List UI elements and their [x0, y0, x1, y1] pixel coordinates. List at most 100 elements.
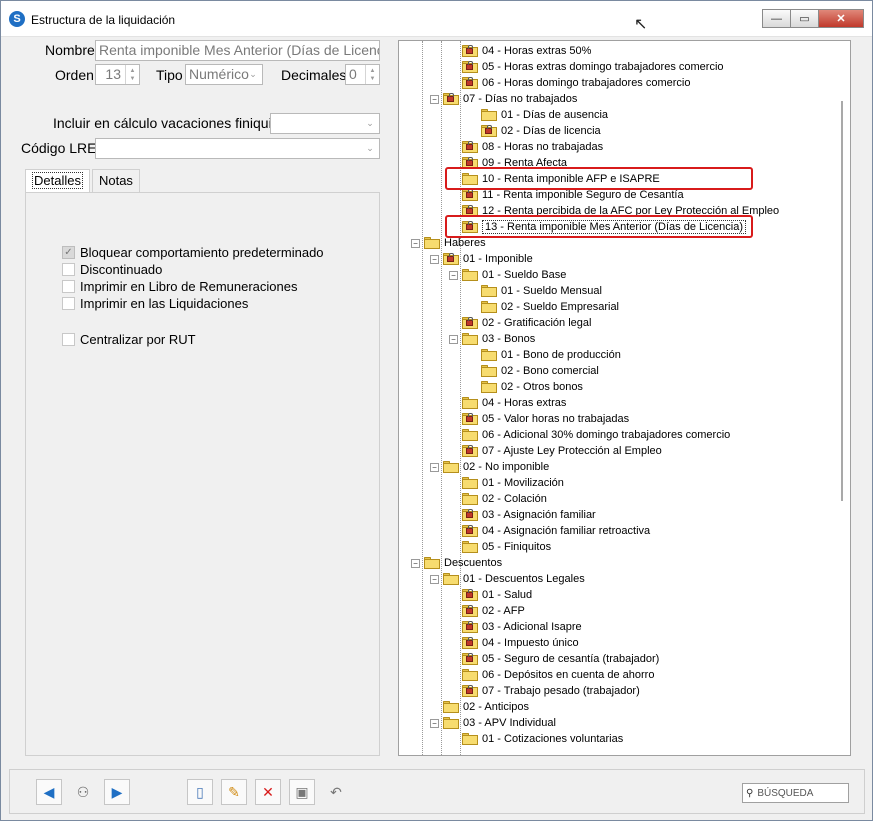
tree-node-03-apv-individual[interactable]: − 03 - APV Individual: [430, 715, 556, 731]
vacaciones-select[interactable]: ⌄: [270, 113, 380, 134]
tree-node-04-horas-extras-50[interactable]: 04 - Horas extras 50%: [462, 43, 591, 59]
collapse-toggle-icon[interactable]: −: [430, 94, 439, 104]
scrollbar-thumb[interactable]: [841, 101, 843, 501]
lock-icon: [466, 445, 473, 454]
search-input[interactable]: ⚲ BÚSQUEDA: [742, 783, 849, 803]
collapse-toggle-icon[interactable]: −: [411, 238, 420, 248]
lock-icon: [466, 77, 473, 86]
vertical-scrollbar[interactable]: [834, 41, 850, 755]
tree-node-label: 01 - Imponible: [463, 253, 533, 265]
undo-button[interactable]: ↶: [323, 779, 349, 805]
nombre-field[interactable]: Renta imponible Mes Anterior (Días de Li…: [95, 40, 380, 61]
find-button[interactable]: ⚇: [70, 779, 96, 805]
tree-node-01-cotizaciones-voluntarias[interactable]: 01 - Cotizaciones voluntarias: [462, 731, 623, 747]
tree-node-05-seguro-de-cesantia-trabajador[interactable]: 05 - Seguro de cesantía (trabajador): [462, 651, 659, 667]
tree-node-07-ajuste-ley-proteccion-al-empleo[interactable]: 07 - Ajuste Ley Protección al Empleo: [462, 443, 662, 459]
lock-icon: [466, 205, 473, 214]
collapse-toggle-icon[interactable]: −: [430, 718, 439, 728]
lock-icon: [447, 93, 454, 102]
tree-node-01-sueldo-mensual[interactable]: 01 - Sueldo Mensual: [481, 283, 602, 299]
tree-node-02-sueldo-empresarial[interactable]: 02 - Sueldo Empresarial: [481, 299, 619, 315]
tree-node-01-descuentos-legales[interactable]: − 01 - Descuentos Legales: [430, 571, 585, 587]
collapse-toggle-icon[interactable]: −: [449, 334, 458, 344]
collapse-toggle-icon[interactable]: −: [430, 574, 439, 584]
tree-node-label: 05 - Seguro de cesantía (trabajador): [482, 653, 660, 665]
orden-value: 13: [105, 66, 121, 82]
tree-node-06-horas-domingo-trabajadores-comercio[interactable]: 06 - Horas domingo trabajadores comercio: [462, 75, 691, 91]
delete-button[interactable]: ✕: [255, 779, 281, 805]
tree-guide-line: [460, 41, 461, 755]
bloquear-label: Bloquear comportamiento predeterminado: [80, 245, 324, 260]
tree-node-01-sueldo-base[interactable]: − 01 - Sueldo Base: [449, 267, 566, 283]
tree-node-05-horas-extras-domingo-trabajadores-comercio[interactable]: 05 - Horas extras domingo trabajadores c…: [462, 59, 724, 75]
tree-content: 04 - Horas extras 50% 05 - Horas extras d…: [399, 41, 834, 755]
tree-node-02-gratificacion-legal[interactable]: 02 - Gratificación legal: [462, 315, 591, 331]
tree-node-01-imponible[interactable]: − 01 - Imponible: [430, 251, 533, 267]
tipo-select[interactable]: Numérico ⌄: [185, 64, 263, 85]
orden-spin-icon[interactable]: ▲ ▼: [125, 65, 139, 84]
vacaciones-label: Incluir en cálculo vacaciones finiquito: [53, 115, 284, 131]
close-button[interactable]: ✕: [818, 9, 864, 28]
decimales-label: Decimales: [281, 67, 347, 83]
tree-node-02-no-imponible[interactable]: − 02 - No imponible: [430, 459, 549, 475]
lre-select[interactable]: ⌄: [95, 138, 380, 159]
tree-node-03-bonos[interactable]: − 03 - Bonos: [449, 331, 535, 347]
tree-node-08-horas-no-trabajadas[interactable]: 08 - Horas no trabajadas: [462, 139, 603, 155]
edit-button[interactable]: ✎: [221, 779, 247, 805]
previous-button[interactable]: ◀: [36, 779, 62, 805]
tree-node-02-afp[interactable]: 02 - AFP: [462, 603, 525, 619]
lock-icon: [466, 525, 473, 534]
tree-node-label: 03 - Adicional Isapre: [482, 621, 582, 633]
structure-tree[interactable]: 04 - Horas extras 50% 05 - Horas extras d…: [398, 40, 851, 756]
tree-node-03-asignacion-familiar[interactable]: 03 - Asignación familiar: [462, 507, 596, 523]
tree-node-05-finiquitos[interactable]: 05 - Finiquitos: [462, 539, 551, 555]
tree-node-04-asignacion-familiar-retroactiva[interactable]: 04 - Asignación familiar retroactiva: [462, 523, 650, 539]
tree-node-02-dias-de-licencia[interactable]: 02 - Días de licencia: [481, 123, 601, 139]
decimales-spin-icon[interactable]: ▲ ▼: [365, 65, 379, 84]
collapse-toggle-icon[interactable]: −: [430, 254, 439, 264]
main-window: S Estructura de la liquidación ↖ — ▭ ✕ N…: [0, 0, 873, 821]
tree-node-label: 01 - Cotizaciones voluntarias: [482, 733, 624, 745]
bloquear-checkbox[interactable]: ✓ Bloquear comportamiento predeterminado: [62, 245, 324, 260]
next-button[interactable]: ▶: [104, 779, 130, 805]
collapse-toggle-icon[interactable]: −: [449, 270, 458, 280]
tab-detalles[interactable]: Detalles: [25, 169, 90, 193]
tab-notas[interactable]: Notas: [91, 169, 140, 193]
tree-node-label: 11 - Renta imponible Seguro de Cesantía: [482, 189, 684, 201]
tree-node-07-dias-no-trabajados[interactable]: − 07 - Días no trabajados: [430, 91, 577, 107]
tree-node-01-bono-de-produccion[interactable]: 01 - Bono de producción: [481, 347, 621, 363]
imprimir-libro-checkbox[interactable]: Imprimir en Libro de Remuneraciones: [62, 279, 297, 294]
centralizar-checkbox[interactable]: Centralizar por RUT: [62, 332, 196, 347]
collapse-toggle-icon[interactable]: −: [430, 462, 439, 472]
new-button[interactable]: ▯: [187, 779, 213, 805]
tree-node-label: 03 - Bonos: [482, 333, 536, 345]
tree-node-04-impuesto-unico[interactable]: 04 - Impuesto único: [462, 635, 579, 651]
tree-node-label: 02 - AFP: [482, 605, 525, 617]
maximize-button[interactable]: ▭: [790, 9, 819, 28]
tree-node-02-colacion[interactable]: 02 - Colación: [462, 491, 547, 507]
tree-node-04-horas-extras[interactable]: 04 - Horas extras: [462, 395, 566, 411]
tree-guide-line: [441, 41, 442, 755]
tree-node-02-otros-bonos[interactable]: 02 - Otros bonos: [481, 379, 583, 395]
tree-node-descuentos[interactable]: − Descuentos: [411, 555, 502, 571]
orden-stepper[interactable]: 13 ▲ ▼: [95, 64, 140, 85]
tree-node-07-trabajo-pesado-trabajador[interactable]: 07 - Trabajo pesado (trabajador): [462, 683, 640, 699]
tree-node-06-depositos-en-cuenta-de-ahorro[interactable]: 06 - Depósitos en cuenta de ahorro: [462, 667, 654, 683]
tree-node-01-salud[interactable]: 01 - Salud: [462, 587, 532, 603]
tree-node-02-anticipos[interactable]: 02 - Anticipos: [443, 699, 529, 715]
tree-node-05-valor-horas-no-trabajadas[interactable]: 05 - Valor horas no trabajadas: [462, 411, 629, 427]
tree-node-02-bono-comercial[interactable]: 02 - Bono comercial: [481, 363, 599, 379]
tree-node-01-dias-de-ausencia[interactable]: 01 - Días de ausencia: [481, 107, 608, 123]
discontinuado-checkbox[interactable]: Discontinuado: [62, 262, 162, 277]
tree-node-01-movilizacion[interactable]: 01 - Movilización: [462, 475, 564, 491]
collapse-toggle-icon[interactable]: −: [411, 558, 420, 568]
highlight-frame: [445, 215, 753, 238]
imprimir-liquidaciones-checkbox[interactable]: Imprimir en las Liquidaciones: [62, 296, 248, 311]
save-button[interactable]: ▣: [289, 779, 315, 805]
tree-node-06-adicional-30-domingo-trabajadores-comercio[interactable]: 06 - Adicional 30% domingo trabajadores …: [462, 427, 730, 443]
minimize-button[interactable]: —: [762, 9, 791, 28]
decimales-stepper[interactable]: 0 ▲ ▼: [345, 64, 380, 85]
centralizar-label: Centralizar por RUT: [80, 332, 196, 347]
lock-icon: [447, 253, 454, 262]
tree-node-03-adicional-isapre[interactable]: 03 - Adicional Isapre: [462, 619, 582, 635]
